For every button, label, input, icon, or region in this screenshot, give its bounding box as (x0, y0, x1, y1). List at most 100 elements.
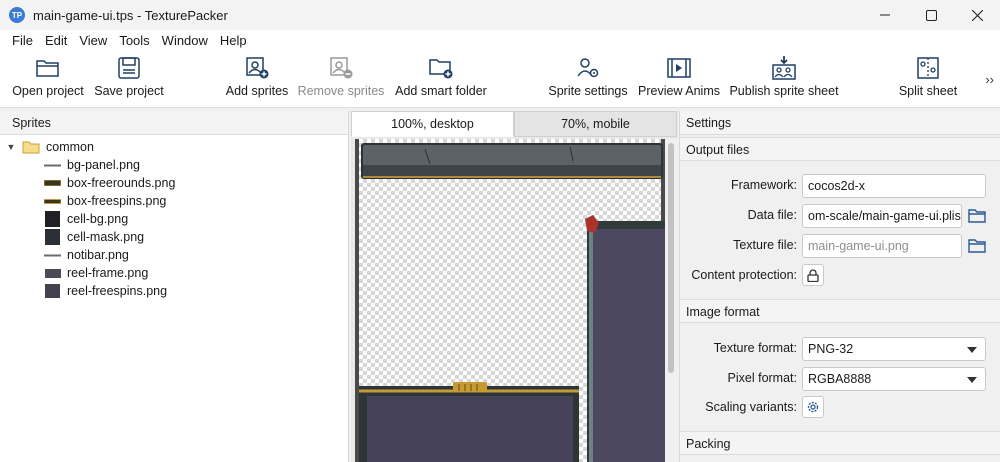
sprite-name: cell-mask.png (67, 230, 145, 244)
data-file-label: Data file: (747, 208, 797, 222)
pixel-format-select[interactable]: RGBA8888 (802, 367, 986, 391)
settings-panel-header: Settings (680, 111, 1000, 135)
close-button[interactable] (954, 0, 1000, 30)
sprite-sheet-canvas[interactable] (355, 139, 665, 462)
sprite-settings-icon (577, 58, 599, 78)
open-project-button[interactable]: Open project (12, 54, 84, 104)
framework-field[interactable]: cocos2d-x (802, 174, 986, 198)
list-item[interactable]: cell-bg.png (0, 210, 348, 228)
framework-row: Framework: cocos2d-x (680, 174, 1000, 198)
folder-open-icon (968, 239, 986, 253)
maximize-icon (925, 9, 937, 21)
texture-file-row: Texture file: main-game-ui.png (680, 234, 1000, 258)
sprite-thumbnail (44, 229, 61, 246)
sprite-name: notibar.png (67, 248, 129, 262)
minimize-icon (880, 14, 890, 16)
lock-icon (807, 268, 819, 282)
texture-file-field[interactable]: main-game-ui.png (802, 234, 962, 258)
menu-help[interactable]: Help (214, 33, 253, 48)
preview-anims-button[interactable]: Preview Anims (638, 54, 720, 104)
sprite-name: box-freerounds.png (67, 176, 176, 190)
menu-tools[interactable]: Tools (113, 33, 155, 48)
window-controls (862, 0, 1000, 30)
sprite-name: bg-panel.png (67, 158, 140, 172)
content-protection-button[interactable] (802, 264, 824, 286)
chevron-down-icon (967, 347, 977, 353)
split-sheet-icon (917, 57, 939, 79)
sprite-sheet-preview-image (359, 143, 665, 462)
menu-bar: File Edit View Tools Window Help (0, 30, 1000, 50)
remove-sprites-button[interactable]: Remove sprites (297, 54, 385, 104)
remove-sprites-icon (330, 57, 353, 79)
sprite-tree: ▼ common bg-panel.png box-freerounds.png… (0, 135, 348, 300)
sprites-panel: Sprites ▼ common bg-panel.png box-freero… (0, 111, 349, 462)
content-protection-row: Content protection: (680, 264, 1000, 288)
collapse-arrow-icon[interactable]: ▼ (0, 142, 22, 152)
gear-icon (807, 401, 819, 413)
sprite-name: box-freespins.png (67, 194, 167, 208)
list-item[interactable]: notibar.png (0, 246, 348, 264)
publish-icon (772, 56, 796, 80)
scaling-variants-button[interactable] (802, 396, 824, 418)
texture-format-select[interactable]: PNG-32 (802, 337, 986, 361)
preview-anims-label: Preview Anims (638, 84, 720, 98)
image-format-section-header[interactable]: Image format (680, 299, 1000, 323)
add-smart-folder-label: Add smart folder (395, 84, 487, 98)
menu-view[interactable]: View (73, 33, 113, 48)
sprite-settings-button[interactable]: Sprite settings (548, 54, 628, 104)
sprite-thumbnail (44, 193, 61, 210)
list-item[interactable]: cell-mask.png (0, 228, 348, 246)
split-sheet-button[interactable]: Split sheet (899, 54, 957, 104)
close-icon (971, 9, 983, 21)
scrollbar-thumb[interactable] (668, 143, 674, 373)
menu-window[interactable]: Window (156, 33, 214, 48)
list-item[interactable]: reel-frame.png (0, 264, 348, 282)
title-bar: TP main-game-ui.tps - TexturePacker (0, 0, 1000, 30)
data-file-field[interactable]: om-scale/main-game-ui.plist (802, 204, 962, 228)
sprite-thumbnail (44, 211, 61, 228)
menu-edit[interactable]: Edit (39, 33, 73, 48)
remove-sprites-label: Remove sprites (297, 84, 385, 98)
publish-sprite-sheet-button[interactable]: Publish sprite sheet (729, 54, 839, 104)
texture-format-row: Texture format: PNG-32 (680, 337, 1000, 361)
sprite-name: reel-freespins.png (67, 284, 168, 298)
folder-row-common[interactable]: ▼ common (0, 138, 348, 156)
save-project-button[interactable]: Save project (94, 54, 164, 104)
content-protection-label: Content protection: (691, 268, 797, 282)
chevron-down-icon (967, 377, 977, 383)
folder-open-icon (36, 60, 59, 77)
list-item[interactable]: box-freerounds.png (0, 174, 348, 192)
preview-scrollbar[interactable] (665, 139, 678, 462)
sprite-thumbnail (44, 247, 61, 264)
list-item[interactable]: bg-panel.png (0, 156, 348, 174)
tab-desktop[interactable]: 100%, desktop (351, 111, 514, 137)
list-item[interactable]: box-freespins.png (0, 192, 348, 210)
sprite-name: reel-frame.png (67, 266, 149, 280)
sprite-thumbnail (44, 283, 61, 300)
menu-file[interactable]: File (6, 33, 39, 48)
sprite-thumbnail (44, 265, 61, 282)
pixel-format-value: RGBA8888 (808, 372, 872, 386)
save-project-label: Save project (94, 84, 164, 98)
preview-panel: 100%, desktop 70%, mobile (351, 111, 678, 462)
browse-texture-file-button[interactable] (968, 238, 986, 254)
preview-tabs: 100%, desktop 70%, mobile (351, 111, 678, 137)
packing-section-header[interactable]: Packing (680, 431, 1000, 455)
tab-mobile[interactable]: 70%, mobile (514, 111, 677, 137)
list-item[interactable]: reel-freespins.png (0, 282, 348, 300)
maximize-button[interactable] (908, 0, 954, 30)
film-play-icon (667, 58, 691, 78)
toolbar-overflow-button[interactable]: ›› (985, 72, 994, 87)
data-file-row: Data file: om-scale/main-game-ui.plist (680, 204, 1000, 228)
add-smart-folder-button[interactable]: Add smart folder (395, 54, 487, 104)
folder-label: common (46, 140, 94, 154)
pixel-format-row: Pixel format: RGBA8888 (680, 367, 1000, 391)
save-icon (118, 57, 140, 79)
browse-data-file-button[interactable] (968, 208, 986, 224)
output-files-section-header[interactable]: Output files (680, 137, 1000, 161)
texture-file-label: Texture file: (733, 238, 797, 252)
minimize-button[interactable] (862, 0, 908, 30)
texture-format-label: Texture format: (713, 341, 797, 355)
add-sprites-button[interactable]: Add sprites (226, 54, 288, 104)
settings-panel: Settings Output files Framework: cocos2d… (679, 111, 1000, 462)
